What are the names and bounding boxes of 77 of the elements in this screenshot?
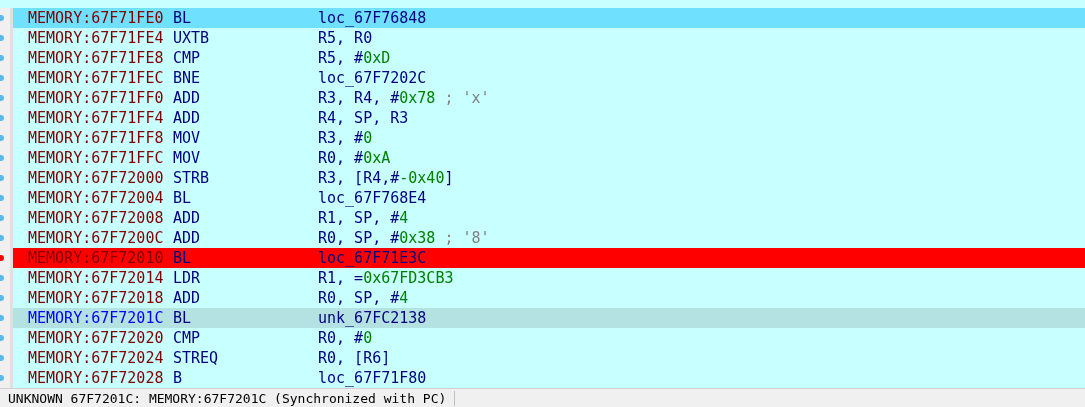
listing-row[interactable]: MEMORY:67F72000 STRB R3, [R4,#-0x40] (13, 168, 1085, 188)
address: MEMORY:67F71FE8 (28, 49, 165, 67)
mnemonic: STRB (173, 169, 211, 187)
listing-row[interactable]: MEMORY:67F71FF4 ADD R4, SP, R3 (13, 108, 1085, 128)
operands: loc_67F76848 (318, 9, 427, 27)
mnemonic: LDR (173, 269, 202, 287)
address: MEMORY:67F72020 (28, 329, 165, 347)
operands: R3, R4, #0x78 ; 'x' (318, 89, 490, 107)
address: MEMORY:67F71FF0 (28, 89, 165, 107)
listing-row[interactable]: MEMORY:67F72018 ADD R0, SP, #4 (13, 288, 1085, 308)
listing-row[interactable]: MEMORY:67F71FF0 ADD R3, R4, #0x78 ; 'x' (13, 88, 1085, 108)
address: MEMORY:67F72008 (28, 209, 165, 227)
mnemonic: MOV (173, 129, 202, 147)
address: MEMORY:67F71FEC (28, 69, 165, 87)
operands: R0, #0 (318, 329, 373, 347)
operands: R3, [R4,#-0x40] (318, 169, 454, 187)
listing-row[interactable]: MEMORY:67F72024 STREQ R0, [R6] (13, 348, 1085, 368)
address: MEMORY:67F72004 (28, 189, 165, 207)
mnemonic: ADD (173, 209, 202, 227)
operands: R0, [R6] (318, 349, 391, 367)
listing-row[interactable]: MEMORY:67F71FFC MOV R0, #0xA (13, 148, 1085, 168)
listing-row[interactable]: MEMORY:67F71FE8 CMP R5, #0xD (13, 48, 1085, 68)
address: MEMORY:67F71FFC (28, 149, 165, 167)
operands: R1, =0x67FD3CB3 (318, 269, 454, 287)
mnemonic: B (173, 369, 184, 387)
operands: R5, #0xD (318, 49, 391, 67)
operands: R3, #0 (318, 129, 373, 147)
listing-row[interactable]: MEMORY:67F72020 CMP R0, #0 (13, 328, 1085, 348)
address: MEMORY:67F71FE4 (28, 29, 165, 47)
operands: loc_67F71E3C (318, 249, 427, 267)
address: MEMORY:67F71FF4 (28, 109, 165, 127)
address: MEMORY:67F72024 (28, 349, 165, 367)
address: MEMORY:67F71FE0 (28, 9, 165, 27)
listing-row[interactable]: MEMORY:67F72004 BL loc_67F768E4 (13, 188, 1085, 208)
address: MEMORY:67F7201C (28, 309, 165, 327)
operands: loc_67F768E4 (318, 189, 427, 207)
mnemonic: STREQ (173, 349, 220, 367)
address: MEMORY:67F72010 (28, 249, 165, 267)
address: MEMORY:67F72000 (28, 169, 165, 187)
listing-row[interactable]: MEMORY:67F71FE4 UXTB R5, R0 (13, 28, 1085, 48)
mnemonic: BL (173, 189, 193, 207)
mnemonic: BL (173, 309, 193, 327)
listing-row[interactable]: MEMORY:67F72028 B loc_67F71F80 (13, 368, 1085, 388)
mnemonic: CMP (173, 329, 202, 347)
operands: R1, SP, #4 (318, 209, 409, 227)
operands: R0, SP, #0x38 ; '8' (318, 229, 490, 247)
listing-row[interactable]: MEMORY:67F72008 ADD R1, SP, #4 (13, 208, 1085, 228)
status-text: UNKNOWN 67F7201C: MEMORY:67F7201C (Synchronized with PC) (0, 390, 456, 406)
operands: loc_67F71F80 (318, 369, 427, 387)
address: MEMORY:67F71FF8 (28, 129, 165, 147)
mnemonic: BL (173, 249, 193, 267)
listing-row[interactable]: MEMORY:67F72014 LDR R1, =0x67FD3CB3 (13, 268, 1085, 288)
listing-row[interactable]: MEMORY:67F72010 BL loc_67F71E3C (13, 248, 1085, 268)
listing-row[interactable]: MEMORY:67F7201C BL unk_67FC2138 (13, 308, 1085, 328)
mnemonic: CMP (173, 49, 202, 67)
listing-row[interactable]: MEMORY:67F71FEC BNE loc_67F7202C (13, 68, 1085, 88)
operands: R5, R0 (318, 29, 373, 47)
operands: unk_67FC2138 (318, 309, 427, 327)
operands: R0, #0xA (318, 149, 391, 167)
address: MEMORY:67F7200C (28, 229, 165, 247)
operands: R0, SP, #4 (318, 289, 409, 307)
listing-row[interactable]: MEMORY:67F7200C ADD R0, SP, #0x38 ; '8' (13, 228, 1085, 248)
mnemonic: ADD (173, 109, 202, 127)
mnemonic: BNE (173, 69, 202, 87)
mnemonic: BL (173, 9, 193, 27)
address: MEMORY:67F72018 (28, 289, 165, 307)
mnemonic: ADD (173, 89, 202, 107)
mnemonic: MOV (173, 149, 202, 167)
mnemonic: ADD (173, 229, 202, 247)
address: MEMORY:67F72014 (28, 269, 165, 287)
listing-row[interactable]: MEMORY:67F71FE0 BL loc_67F76848 (13, 8, 1085, 28)
address: MEMORY:67F72028 (28, 369, 165, 387)
operands: loc_67F7202C (318, 69, 427, 87)
mnemonic: ADD (173, 289, 202, 307)
mnemonic: UXTB (173, 29, 211, 47)
operands: R4, SP, R3 (318, 109, 409, 127)
listing-row[interactable]: MEMORY:67F71FF8 MOV R3, #0 (13, 128, 1085, 148)
